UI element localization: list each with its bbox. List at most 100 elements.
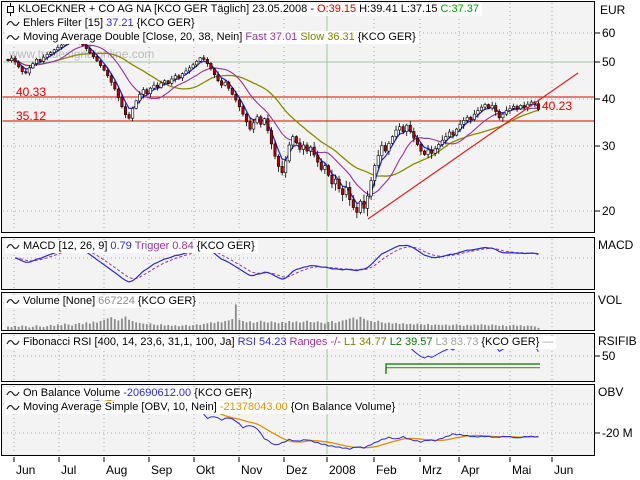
candle-body [292,137,294,145]
candle-body [466,117,468,120]
wave-icon [6,296,20,307]
candle-body [331,175,333,184]
volume-bar [520,325,522,330]
volume-bar [263,322,265,330]
candle-body [213,69,215,75]
volume-bar [299,323,301,330]
legend-text: -21378043.00 [220,401,288,414]
volume-bar [356,319,358,330]
volume-bar [513,325,515,330]
time-axis-label: Mrz [422,463,442,477]
volume-bar [110,317,112,330]
candle-body [249,122,251,129]
candle-body [284,161,286,173]
volume-bar [75,324,77,330]
volume-bar [117,320,119,330]
volume-bar [381,322,383,330]
candle-body [470,117,472,119]
volume-bar [438,325,440,330]
price-axis-label: 30 [602,139,615,153]
volume-bar [203,324,205,330]
candle-body [448,132,450,137]
volume-bar [214,323,216,330]
candle-body [235,94,237,100]
candle-body [146,90,148,94]
candle-body [238,100,240,107]
legend-text: {KCO GER} [138,295,196,308]
candle-body [317,155,319,162]
volume-bar [345,320,347,330]
candle-body [46,54,48,57]
candle-body [21,67,23,72]
volume-bar [498,326,500,330]
volume-bar [338,322,340,330]
candle-body [32,64,34,68]
legend-text: KLOECKNER + CO AG NA [KCO GER Täglich] 2… [18,3,314,16]
legend-volume[interactable]: Volume [None] 667224 {KCO GER} [5,295,199,308]
volume-bar [260,321,262,330]
legend-text: Moving Average Double [Close, 20, 38, Ne… [23,31,242,44]
legend-fibonacci-rsi[interactable]: Fibonacci RSI [400, 14, 23,6, 31,1, 100,… [5,336,556,349]
volume-bar [93,322,95,330]
candle-body [139,94,141,100]
legend-text: {KCO GER} [481,336,539,349]
price-axis-currency-label: EUR [600,3,625,17]
time-axis-label: Nov [241,463,262,477]
candle-body [406,125,408,131]
volume-bar [292,322,294,330]
time-axis-label: 2008 [329,463,356,477]
candle-body [388,143,390,151]
volume-bar [313,322,315,330]
candle-body [420,144,422,151]
candlestick-icon [6,3,15,16]
candle-body [7,59,9,60]
candle-body [537,104,539,110]
candle-body [135,101,137,109]
legend-macd[interactable]: MACD [12, 26, 9] 0.79 Trigger 0.84 {KCO … [5,240,258,253]
candle-body [416,138,418,144]
legend-text: Fast 37.01 [245,31,297,44]
volume-bar [395,323,397,330]
volume-bar [121,318,123,330]
chart-application: www.tradesignalonline.com EUR KLOECKNER … [0,0,640,480]
candle-body [121,98,123,107]
volume-bar [185,325,187,330]
volume-bar [363,319,365,330]
volume-bar [509,326,511,330]
legend-text: 0.79 [110,240,131,253]
volume-bar [434,325,436,330]
price-axis-label: 50 [602,55,615,69]
candle-body [117,89,119,98]
volume-bar [135,322,137,330]
candle-body [299,143,301,150]
candle-body [167,81,169,84]
legend-text: L2 39.57 [390,336,433,349]
volume-bar [295,321,297,330]
legend-ehlers-filter[interactable]: Ehlers Filter [15] 37.21 {KCO GER} [5,17,198,30]
legend-moving-average-simple-obv[interactable]: Moving Average Simple [OBV, 10, Nein] -2… [5,401,398,414]
wave-icon [6,241,20,252]
candle-body [462,120,464,124]
legend-symbol[interactable]: KLOECKNER + CO AG NA [KCO GER Täglich] 2… [5,3,482,16]
sub-axis-label: -20 M [602,426,633,440]
volume-bar [388,323,390,330]
candle-body [356,207,358,212]
legend-on-balance-volume[interactable]: On Balance Volume -20690612.00 {KCO GER} [5,387,255,400]
candle-body [313,147,315,155]
volume-bar [36,325,38,330]
volume-bar [367,320,369,330]
candle-body [477,111,479,115]
volume-bar [160,324,162,330]
candle-body [484,105,486,108]
candle-body [178,76,180,78]
candle-body [103,66,105,71]
legend-text: O:39.15 [317,3,356,16]
legend-moving-average-double[interactable]: Moving Average Double [Close, 20, 38, Ne… [5,31,419,44]
volume-bar [459,325,461,330]
candle-body [128,115,130,119]
candle-body [17,62,19,67]
volume-bar [39,326,41,330]
volume-bar [288,321,290,330]
volume-bar [178,326,180,330]
legend-text: H:39.41 L:37.15 [359,3,437,16]
